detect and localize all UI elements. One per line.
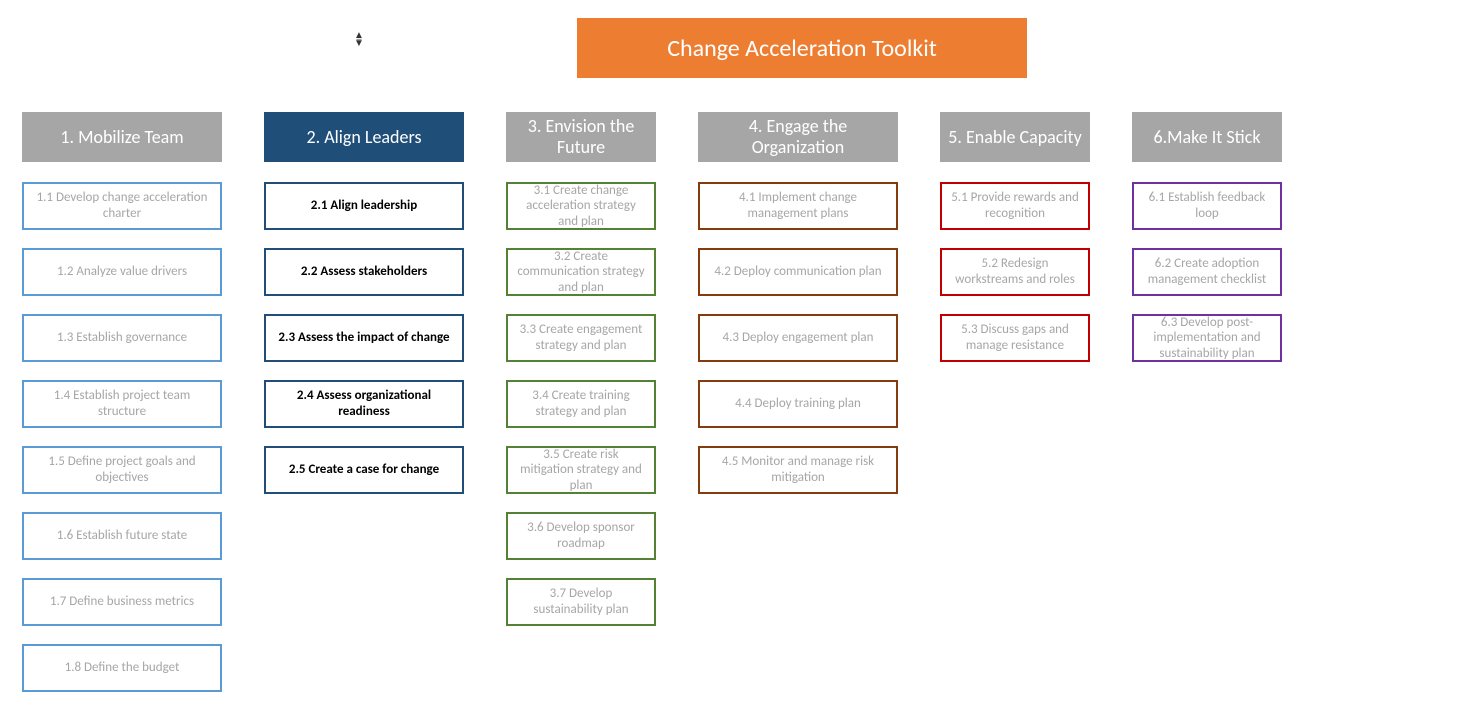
task-box[interactable]: 2.2 Assess stakeholders <box>264 248 464 296</box>
column-header[interactable]: 5. Enable Capacity <box>940 112 1090 162</box>
task-box[interactable]: 1.3 Establish governance <box>22 314 222 362</box>
column-header[interactable]: 4. Engage the Organization <box>698 112 898 162</box>
task-box[interactable]: 3.7 Develop sustainability plan <box>506 578 656 626</box>
task-box[interactable]: 6.3 Develop post-implementation and sust… <box>1132 314 1282 362</box>
task-box[interactable]: 1.6 Establish future state <box>22 512 222 560</box>
column-3: 3. Envision the Future 3.1 Create change … <box>506 112 656 710</box>
task-box[interactable]: 1.2 Analyze value drivers <box>22 248 222 296</box>
task-box[interactable]: 3.5 Create risk mitigation strategy and … <box>506 446 656 494</box>
task-box[interactable]: 3.2 Create communication strategy and pl… <box>506 248 656 296</box>
task-box[interactable]: 2.1 Align leadership <box>264 182 464 230</box>
task-box[interactable]: 4.4 Deploy training plan <box>698 380 898 428</box>
task-box[interactable]: 2.5 Create a case for change <box>264 446 464 494</box>
column-1: 1. Mobilize Team 1.1 Develop change accel… <box>22 112 222 710</box>
task-box[interactable]: 3.1 Create change acceleration strategy … <box>506 182 656 230</box>
task-box[interactable]: 6.1 Establish feedback loop <box>1132 182 1282 230</box>
page-title: Change Acceleration Toolkit <box>577 18 1027 78</box>
column-header[interactable]: 6.Make It Stick <box>1132 112 1282 162</box>
column-4: 4. Engage the Organization 4.1 Implement … <box>698 112 898 710</box>
task-box[interactable]: 2.3 Assess the impact of change <box>264 314 464 362</box>
task-box[interactable]: 5.3 Discuss gaps and manage resistance <box>940 314 1090 362</box>
column-header[interactable]: 1. Mobilize Team <box>22 112 222 162</box>
task-box[interactable]: 4.2 Deploy communication plan <box>698 248 898 296</box>
column-header[interactable]: 2. Align Leaders <box>264 112 464 162</box>
column-2: 2. Align Leaders 2.1 Align leadership 2.2 … <box>264 112 464 710</box>
task-box[interactable]: 5.2 Redesign workstreams and roles <box>940 248 1090 296</box>
task-box[interactable]: 5.1 Provide rewards and recognition <box>940 182 1090 230</box>
row-resize-icon: ▲─▼ <box>352 32 366 46</box>
task-box[interactable]: 4.5 Monitor and manage risk mitigation <box>698 446 898 494</box>
task-box[interactable]: 1.5 Define project goals and objectives <box>22 446 222 494</box>
task-box[interactable]: 4.3 Deploy engagement plan <box>698 314 898 362</box>
column-5: 5. Enable Capacity 5.1 Provide rewards an… <box>940 112 1090 710</box>
task-box[interactable]: 3.6 Develop sponsor roadmap <box>506 512 656 560</box>
task-box[interactable]: 2.4 Assess organizational readiness <box>264 380 464 428</box>
task-box[interactable]: 3.4 Create training strategy and plan <box>506 380 656 428</box>
task-box[interactable]: 1.7 Define business metrics <box>22 578 222 626</box>
task-box[interactable]: 1.8 Define the budget <box>22 644 222 692</box>
columns-container: 1. Mobilize Team 1.1 Develop change accel… <box>22 112 1282 710</box>
task-box[interactable]: 3.3 Create engagement strategy and plan <box>506 314 656 362</box>
task-box[interactable]: 1.4 Establish project team structure <box>22 380 222 428</box>
task-box[interactable]: 6.2 Create adoption management checklist <box>1132 248 1282 296</box>
column-header[interactable]: 3. Envision the Future <box>506 112 656 162</box>
task-box[interactable]: 4.1 Implement change management plans <box>698 182 898 230</box>
task-box[interactable]: 1.1 Develop change acceleration charter <box>22 182 222 230</box>
column-6: 6.Make It Stick 6.1 Establish feedback lo… <box>1132 112 1282 710</box>
